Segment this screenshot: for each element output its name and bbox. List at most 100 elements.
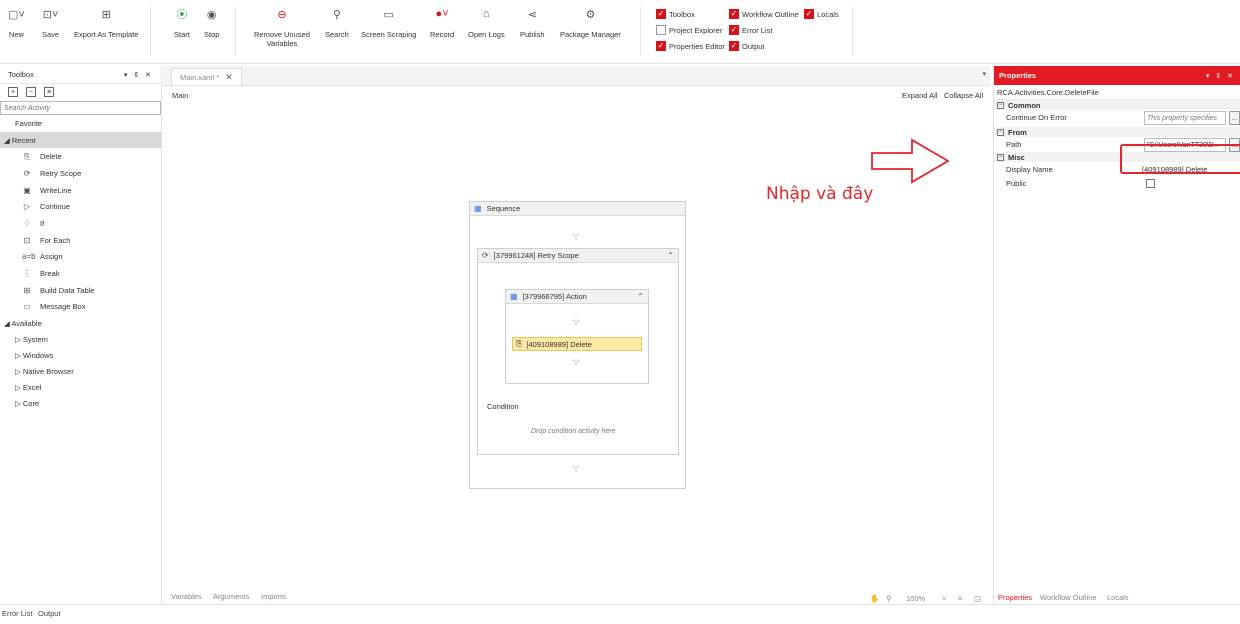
panel-controls-icon[interactable]: ▾ ⇕ ✕ (124, 71, 153, 79)
start-button[interactable]: ⦿ Start (174, 6, 190, 39)
variables-tab[interactable]: Variables (171, 592, 202, 601)
sequence-icon: ▦ (474, 204, 482, 213)
publish-button[interactable]: ⋖ Publish (520, 6, 545, 40)
toolbox-item[interactable]: ⊞ Build Data Table (0, 282, 161, 299)
breadcrumb[interactable]: Main (172, 91, 188, 100)
zoom-level[interactable]: 100% (906, 594, 925, 603)
toolbox-tools: + − ≡ (0, 84, 161, 100)
action-header: ▦ [379966795] Action ⌃ (506, 290, 648, 304)
annotation-text: Nhập và đây (766, 184, 874, 204)
retry-icon: ⟳ (482, 251, 489, 260)
toolbox-category[interactable]: ▷ System (0, 332, 161, 348)
open-logs-button[interactable]: ⌂ Open Logs (468, 6, 505, 39)
status-bar: Error List Output (0, 604, 1240, 624)
for-each-icon: ⊡ (23, 235, 31, 245)
new-button[interactable]: ▢˅ New (8, 6, 25, 40)
toolbox-item[interactable]: ▷ Continue (0, 198, 161, 215)
checkmark-icon: ✓ (729, 25, 739, 35)
toolbox-favorite[interactable]: Favorite (0, 115, 161, 132)
property-public: Public (994, 176, 1240, 190)
toolbox-category[interactable]: ▷ Excel (0, 380, 161, 396)
collapse-icon: − (997, 153, 1004, 161)
screen-scraping-button[interactable]: ▭ Screen Scraping (361, 6, 416, 40)
fit-screen-icon[interactable]: ⌗ (958, 594, 962, 604)
checkmark-icon: ✓ (656, 41, 666, 51)
toolbox-item[interactable]: ⟳ Retry Scope (0, 165, 161, 182)
search-activity-input[interactable] (0, 101, 161, 115)
export-template-button[interactable]: ⊞ Export As Template (74, 6, 138, 40)
imports-tab[interactable]: Imports (261, 592, 286, 601)
save-icon: ⊡˅ (42, 8, 59, 21)
ellipsis-button[interactable]: ... (1229, 111, 1240, 125)
toolbox-panel: Toolbox ▾ ⇕ ✕ + − ≡ Favorite ◢ Recent ⎘D… (0, 66, 162, 604)
expand-all-link[interactable]: Expand All (902, 91, 937, 100)
arguments-tab[interactable]: Arguments (213, 592, 249, 601)
toolbox-item[interactable]: ⊡ For Each (0, 232, 161, 249)
toolbox-item[interactable]: ♢ If (0, 215, 161, 232)
logs-icon: ⌂ (483, 8, 490, 20)
drop-condition-hint[interactable]: Drop condition activity here (531, 428, 615, 435)
ribbon-divider (235, 6, 236, 56)
category-common[interactable]: − Common (994, 100, 1240, 110)
zoom-icon[interactable]: ⚲ (886, 594, 892, 603)
remove-unused-variables-button[interactable]: ⊖ Remove Unused Variables (254, 6, 310, 49)
tab-locals[interactable]: Locals (1107, 593, 1129, 602)
tab-properties[interactable]: Properties (998, 593, 1032, 602)
toolbox-recent-group[interactable]: ◢ Recent (0, 131, 161, 149)
collapse-icon[interactable]: ⌃ (667, 251, 674, 260)
panel-controls-icon[interactable]: ▾ ⇕ ✕ (1206, 72, 1235, 80)
toolbox-item[interactable]: ⋮ Break (0, 265, 161, 282)
zoom-dropdown-icon[interactable]: ˅ (942, 594, 946, 603)
toolbox-item[interactable]: ⎘ Delete (0, 148, 161, 165)
sequence-icon: ▦ (510, 292, 518, 301)
project-explorer-checkbox[interactable]: Project Explorer (656, 25, 722, 35)
export-icon: ⊞ (101, 8, 111, 21)
public-checkbox[interactable] (1146, 179, 1155, 188)
toolbox-header: Toolbox ▾ ⇕ ✕ (0, 66, 161, 84)
collapse-icon[interactable]: ⌃ (637, 292, 644, 301)
toolbox-available-group[interactable]: ◢ Available (0, 315, 161, 332)
delete-activity[interactable]: ⎘ [409108989] Delete (512, 337, 642, 351)
toolbox-category[interactable]: ▷ Native Browser (0, 364, 161, 380)
record-button[interactable]: ●˅ Record (430, 6, 454, 39)
toolbox-item[interactable]: ▣ WriteLine (0, 182, 161, 199)
toolbox-category[interactable]: ▷ Core (0, 396, 161, 412)
workflow-outline-checkbox[interactable]: ✓ Workflow Outline (729, 9, 799, 19)
overview-icon[interactable]: ◲ (974, 594, 981, 603)
tab-main-xaml[interactable]: Main.xaml * ✕ (171, 68, 242, 85)
pan-icon[interactable]: ✋ (870, 594, 879, 603)
tab-workflow-outline[interactable]: Workflow Outline (1040, 593, 1097, 602)
drop-arrow-icon[interactable]: ▽ (573, 464, 579, 473)
expand-all-icon[interactable]: + (8, 87, 18, 97)
drop-arrow-icon[interactable]: ▽ (573, 358, 579, 367)
output-checkbox[interactable]: ✓ Output (729, 41, 765, 51)
output-tab[interactable]: Output (38, 609, 61, 618)
writeline-icon: ▣ (23, 185, 31, 195)
break-icon: ⋮ (23, 269, 31, 279)
close-icon[interactable]: ✕ (225, 72, 233, 83)
continue-on-error-input[interactable]: This property specifies (1144, 111, 1226, 125)
category-from[interactable]: − From (994, 127, 1240, 137)
properties-editor-checkbox[interactable]: ✓ Properties Editor (656, 41, 725, 51)
toolbox-item[interactable]: a=b Assign (0, 249, 161, 266)
retry-icon: ⟳ (23, 168, 31, 178)
collapse-all-link[interactable]: Collapse All (944, 91, 983, 100)
toolbox-category[interactable]: ▷ Windows (0, 348, 161, 364)
toolbox-checkbox[interactable]: ✓ Toolbox (656, 9, 695, 19)
locals-checkbox[interactable]: ✓ Locals (804, 9, 839, 19)
search-button[interactable]: ⚲ Search (325, 6, 349, 40)
collapse-all-icon[interactable]: − (26, 87, 36, 97)
package-manager-button[interactable]: ⚙ Package Manager (560, 6, 621, 40)
stop-button[interactable]: ◉ Stop (204, 6, 219, 40)
error-list-checkbox[interactable]: ✓ Error List (729, 25, 772, 35)
save-button[interactable]: ⊡˅ Save (42, 6, 59, 40)
error-list-tab[interactable]: Error List (2, 609, 32, 618)
tab-dropdown-icon[interactable]: ▾ (982, 70, 986, 78)
properties-tabs: Properties Workflow Outline Locals (994, 593, 1240, 604)
annotation-highlight-box (1120, 144, 1240, 174)
drop-arrow-icon[interactable]: ▽ (573, 318, 579, 327)
drop-arrow-icon[interactable]: ▽ (573, 232, 579, 241)
toolbox-item[interactable]: ▭ Message Box (0, 299, 161, 316)
filter-icon[interactable]: ≡ (44, 87, 54, 97)
property-continue-on-error: Continue On Error This property specifie… (994, 110, 1240, 125)
